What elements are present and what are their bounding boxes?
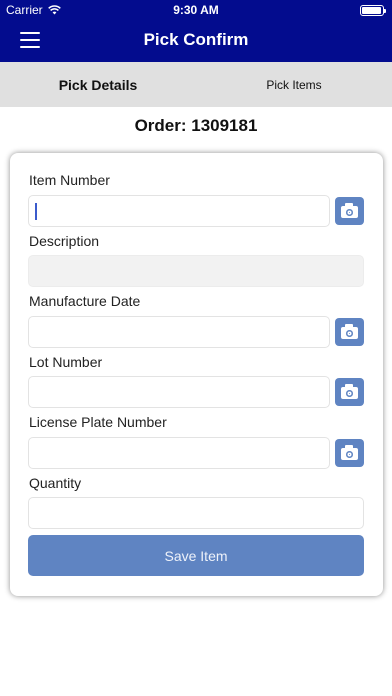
lot-number-input[interactable] <box>28 376 330 408</box>
status-right <box>360 5 386 16</box>
navigation-bar: Pick Confirm <box>0 20 392 62</box>
tab-pick-items[interactable]: Pick Items <box>196 62 392 107</box>
tab-pick-details[interactable]: Pick Details <box>0 62 196 107</box>
description-field <box>28 255 364 287</box>
page-title: Pick Confirm <box>143 30 249 49</box>
quantity-label: Quantity <box>29 475 82 491</box>
license-plate-number-label: License Plate Number <box>29 414 167 430</box>
status-bar: Carrier 9:30 AM <box>0 0 392 20</box>
item-number-label: Item Number <box>29 172 110 188</box>
manufacture-date-label: Manufacture Date <box>29 293 141 309</box>
save-item-button[interactable]: Save Item <box>28 535 364 576</box>
license-plate-number-camera-icon[interactable] <box>335 439 364 467</box>
description-label: Description <box>29 233 100 249</box>
tab-bar: Pick Details Pick Items <box>0 62 392 107</box>
item-number-camera-icon[interactable] <box>335 197 364 225</box>
manufacture-date-camera-icon[interactable] <box>335 318 364 346</box>
manufacture-date-input[interactable] <box>28 316 330 348</box>
item-number-input[interactable] <box>28 195 330 227</box>
quantity-input[interactable] <box>28 497 364 529</box>
pick-form-card: Item Number Description Manufacture Date… <box>10 153 383 596</box>
text-cursor <box>35 203 37 220</box>
battery-icon <box>360 5 386 16</box>
status-time: 9:30 AM <box>173 3 219 17</box>
order-title: Order: 1309181 <box>134 116 258 135</box>
lot-number-camera-icon[interactable] <box>335 378 364 406</box>
lot-number-label: Lot Number <box>29 354 103 370</box>
license-plate-number-input[interactable] <box>28 437 330 469</box>
